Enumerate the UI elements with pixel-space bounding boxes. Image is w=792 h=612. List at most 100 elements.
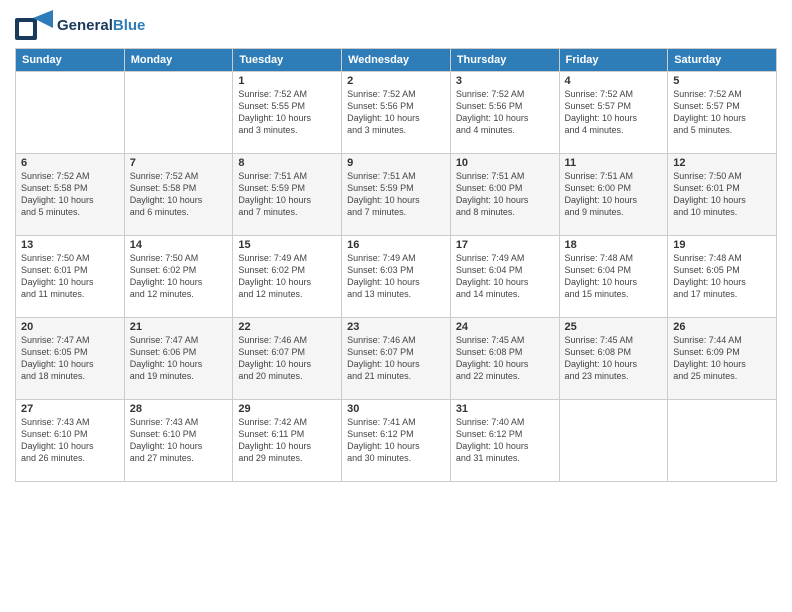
calendar-cell: [559, 400, 668, 482]
day-number: 18: [565, 239, 663, 251]
day-number: 13: [21, 239, 119, 251]
day-number: 28: [130, 403, 228, 415]
day-number: 29: [238, 403, 336, 415]
logo-blue: Blue: [113, 17, 146, 34]
calendar-cell: 19Sunrise: 7:48 AM Sunset: 6:05 PM Dayli…: [668, 236, 777, 318]
calendar-cell: 26Sunrise: 7:44 AM Sunset: 6:09 PM Dayli…: [668, 318, 777, 400]
day-info: Sunrise: 7:49 AM Sunset: 6:02 PM Dayligh…: [238, 252, 336, 301]
calendar-cell: 8Sunrise: 7:51 AM Sunset: 5:59 PM Daylig…: [233, 154, 342, 236]
day-info: Sunrise: 7:52 AM Sunset: 5:58 PM Dayligh…: [130, 170, 228, 219]
weekday-header-monday: Monday: [124, 49, 233, 72]
weekday-header-thursday: Thursday: [450, 49, 559, 72]
calendar-row: 20Sunrise: 7:47 AM Sunset: 6:05 PM Dayli…: [16, 318, 777, 400]
day-info: Sunrise: 7:50 AM Sunset: 6:01 PM Dayligh…: [21, 252, 119, 301]
day-info: Sunrise: 7:52 AM Sunset: 5:57 PM Dayligh…: [565, 88, 663, 137]
logo-icon: [15, 10, 53, 42]
calendar-cell: 10Sunrise: 7:51 AM Sunset: 6:00 PM Dayli…: [450, 154, 559, 236]
calendar-cell: [16, 72, 125, 154]
day-number: 27: [21, 403, 119, 415]
day-info: Sunrise: 7:52 AM Sunset: 5:57 PM Dayligh…: [673, 88, 771, 137]
calendar-cell: 9Sunrise: 7:51 AM Sunset: 5:59 PM Daylig…: [342, 154, 451, 236]
day-number: 16: [347, 239, 445, 251]
day-info: Sunrise: 7:43 AM Sunset: 6:10 PM Dayligh…: [130, 416, 228, 465]
calendar: SundayMondayTuesdayWednesdayThursdayFrid…: [15, 48, 777, 482]
weekday-header-friday: Friday: [559, 49, 668, 72]
calendar-cell: 7Sunrise: 7:52 AM Sunset: 5:58 PM Daylig…: [124, 154, 233, 236]
calendar-cell: 24Sunrise: 7:45 AM Sunset: 6:08 PM Dayli…: [450, 318, 559, 400]
day-info: Sunrise: 7:47 AM Sunset: 6:06 PM Dayligh…: [130, 334, 228, 383]
calendar-cell: 22Sunrise: 7:46 AM Sunset: 6:07 PM Dayli…: [233, 318, 342, 400]
calendar-cell: 12Sunrise: 7:50 AM Sunset: 6:01 PM Dayli…: [668, 154, 777, 236]
day-info: Sunrise: 7:51 AM Sunset: 5:59 PM Dayligh…: [238, 170, 336, 219]
calendar-cell: 20Sunrise: 7:47 AM Sunset: 6:05 PM Dayli…: [16, 318, 125, 400]
day-number: 24: [456, 321, 554, 333]
calendar-cell: 31Sunrise: 7:40 AM Sunset: 6:12 PM Dayli…: [450, 400, 559, 482]
calendar-row: 6Sunrise: 7:52 AM Sunset: 5:58 PM Daylig…: [16, 154, 777, 236]
day-info: Sunrise: 7:52 AM Sunset: 5:56 PM Dayligh…: [456, 88, 554, 137]
day-number: 5: [673, 75, 771, 87]
calendar-row: 27Sunrise: 7:43 AM Sunset: 6:10 PM Dayli…: [16, 400, 777, 482]
day-number: 3: [456, 75, 554, 87]
calendar-cell: 29Sunrise: 7:42 AM Sunset: 6:11 PM Dayli…: [233, 400, 342, 482]
day-number: 20: [21, 321, 119, 333]
day-info: Sunrise: 7:42 AM Sunset: 6:11 PM Dayligh…: [238, 416, 336, 465]
day-number: 10: [456, 157, 554, 169]
day-info: Sunrise: 7:48 AM Sunset: 6:05 PM Dayligh…: [673, 252, 771, 301]
weekday-header-wednesday: Wednesday: [342, 49, 451, 72]
day-number: 17: [456, 239, 554, 251]
calendar-header-row: SundayMondayTuesdayWednesdayThursdayFrid…: [16, 49, 777, 72]
logo-text: GeneralBlue: [57, 18, 145, 35]
logo: GeneralBlue: [15, 10, 145, 42]
day-number: 31: [456, 403, 554, 415]
calendar-cell: 11Sunrise: 7:51 AM Sunset: 6:00 PM Dayli…: [559, 154, 668, 236]
calendar-cell: 15Sunrise: 7:49 AM Sunset: 6:02 PM Dayli…: [233, 236, 342, 318]
weekday-header-saturday: Saturday: [668, 49, 777, 72]
day-number: 23: [347, 321, 445, 333]
day-number: 7: [130, 157, 228, 169]
day-info: Sunrise: 7:45 AM Sunset: 6:08 PM Dayligh…: [456, 334, 554, 383]
day-number: 14: [130, 239, 228, 251]
day-number: 21: [130, 321, 228, 333]
day-info: Sunrise: 7:49 AM Sunset: 6:04 PM Dayligh…: [456, 252, 554, 301]
calendar-cell: 21Sunrise: 7:47 AM Sunset: 6:06 PM Dayli…: [124, 318, 233, 400]
calendar-cell: [124, 72, 233, 154]
calendar-cell: 14Sunrise: 7:50 AM Sunset: 6:02 PM Dayli…: [124, 236, 233, 318]
day-info: Sunrise: 7:51 AM Sunset: 6:00 PM Dayligh…: [456, 170, 554, 219]
calendar-cell: 18Sunrise: 7:48 AM Sunset: 6:04 PM Dayli…: [559, 236, 668, 318]
day-number: 26: [673, 321, 771, 333]
day-info: Sunrise: 7:52 AM Sunset: 5:58 PM Dayligh…: [21, 170, 119, 219]
calendar-row: 1Sunrise: 7:52 AM Sunset: 5:55 PM Daylig…: [16, 72, 777, 154]
day-info: Sunrise: 7:50 AM Sunset: 6:02 PM Dayligh…: [130, 252, 228, 301]
logo-general: General: [57, 17, 113, 34]
day-number: 2: [347, 75, 445, 87]
day-info: Sunrise: 7:49 AM Sunset: 6:03 PM Dayligh…: [347, 252, 445, 301]
day-number: 11: [565, 157, 663, 169]
calendar-cell: 2Sunrise: 7:52 AM Sunset: 5:56 PM Daylig…: [342, 72, 451, 154]
day-info: Sunrise: 7:44 AM Sunset: 6:09 PM Dayligh…: [673, 334, 771, 383]
calendar-cell: 28Sunrise: 7:43 AM Sunset: 6:10 PM Dayli…: [124, 400, 233, 482]
calendar-cell: 5Sunrise: 7:52 AM Sunset: 5:57 PM Daylig…: [668, 72, 777, 154]
weekday-header-sunday: Sunday: [16, 49, 125, 72]
day-number: 6: [21, 157, 119, 169]
day-number: 9: [347, 157, 445, 169]
calendar-cell: 23Sunrise: 7:46 AM Sunset: 6:07 PM Dayli…: [342, 318, 451, 400]
day-info: Sunrise: 7:51 AM Sunset: 5:59 PM Dayligh…: [347, 170, 445, 219]
day-info: Sunrise: 7:41 AM Sunset: 6:12 PM Dayligh…: [347, 416, 445, 465]
calendar-cell: 25Sunrise: 7:45 AM Sunset: 6:08 PM Dayli…: [559, 318, 668, 400]
calendar-cell: 13Sunrise: 7:50 AM Sunset: 6:01 PM Dayli…: [16, 236, 125, 318]
day-number: 19: [673, 239, 771, 251]
calendar-cell: 4Sunrise: 7:52 AM Sunset: 5:57 PM Daylig…: [559, 72, 668, 154]
day-info: Sunrise: 7:52 AM Sunset: 5:56 PM Dayligh…: [347, 88, 445, 137]
day-number: 1: [238, 75, 336, 87]
day-info: Sunrise: 7:46 AM Sunset: 6:07 PM Dayligh…: [238, 334, 336, 383]
day-info: Sunrise: 7:43 AM Sunset: 6:10 PM Dayligh…: [21, 416, 119, 465]
calendar-cell: 1Sunrise: 7:52 AM Sunset: 5:55 PM Daylig…: [233, 72, 342, 154]
calendar-cell: [668, 400, 777, 482]
day-info: Sunrise: 7:46 AM Sunset: 6:07 PM Dayligh…: [347, 334, 445, 383]
header: GeneralBlue: [15, 10, 777, 42]
calendar-cell: 27Sunrise: 7:43 AM Sunset: 6:10 PM Dayli…: [16, 400, 125, 482]
day-info: Sunrise: 7:40 AM Sunset: 6:12 PM Dayligh…: [456, 416, 554, 465]
day-info: Sunrise: 7:50 AM Sunset: 6:01 PM Dayligh…: [673, 170, 771, 219]
day-number: 22: [238, 321, 336, 333]
day-number: 30: [347, 403, 445, 415]
